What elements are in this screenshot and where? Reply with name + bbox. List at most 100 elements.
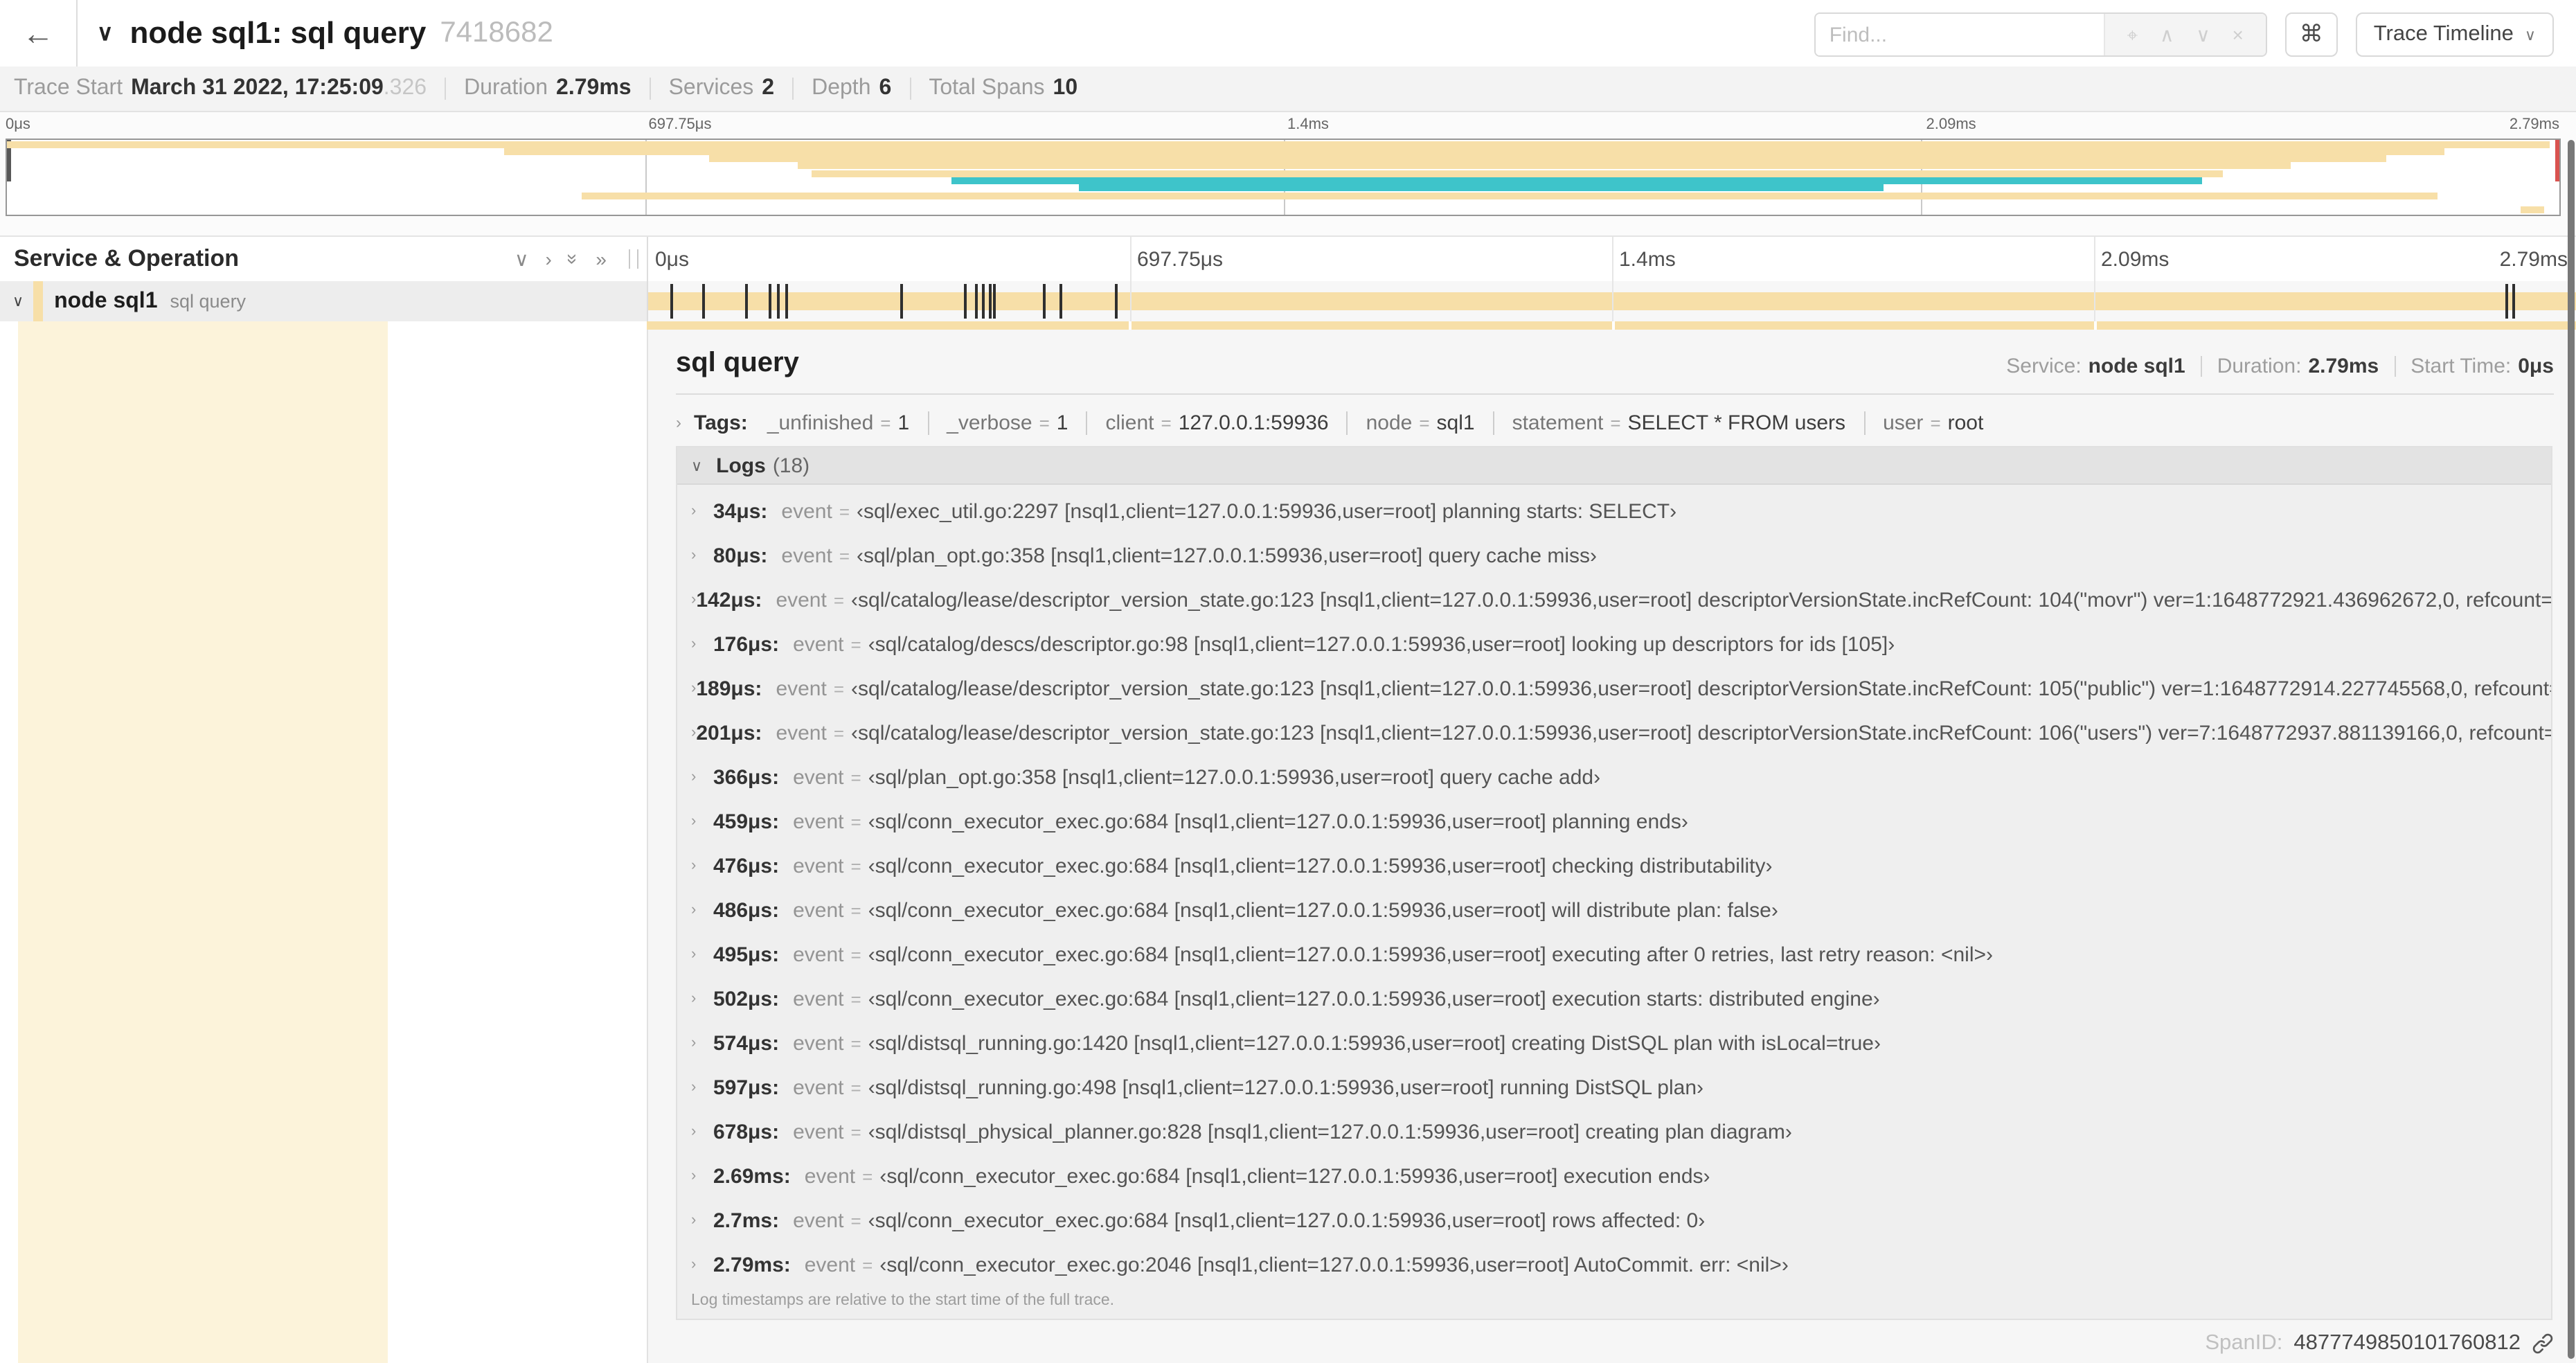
log-equals: = [862,1254,873,1275]
log-row[interactable]: › 597μs: event = ‹sql/distsql_running.go:498… [677,1065,2551,1110]
log-equals: = [833,722,845,743]
log-field-name: event [793,1031,844,1055]
log-marker-tick [1059,284,1062,319]
tag-key: statement [1512,411,1604,434]
spanid-row: SpanID: 4877749850101760812 [2205,1331,2554,1356]
tag-equals: = [1039,412,1050,433]
minimap-canvas[interactable] [6,139,2561,216]
span-row-name-cell[interactable]: ∨ node sql1 sql query [0,281,647,321]
minimap-axis-label: 1.4ms [1287,116,1329,133]
tag-item: client = 127.0.0.1:59936 [1105,411,1328,434]
log-row[interactable]: › 2.69ms: event = ‹sql/conn_executor_exec.go… [677,1154,2551,1198]
log-field-name: event [793,898,844,922]
span-row[interactable]: ∨ node sql1 sql query [0,281,2576,321]
span-expander-chevron-down-icon[interactable]: ∨ [12,292,24,310]
tags-row[interactable]: › Tags: _unfinished = 1 _verbose = 1 client = 12… [676,404,1983,440]
log-row[interactable]: › 495μs: event = ‹sql/conn_executor_exec.go:… [677,932,2551,977]
spanid-value: 4877749850101760812 [2293,1331,2521,1355]
timeline-header-row: Service & Operation ∨ › » » 0μs 697.75μs 1… [0,235,2576,283]
expand-one-icon[interactable]: › [545,248,551,270]
log-marker-tick [975,284,978,319]
log-field-name: event [776,721,827,745]
log-equals: = [850,1077,861,1098]
log-row[interactable]: › 142μs: event = ‹sql/catalog/lease/descript… [677,578,2551,622]
log-equals: = [850,1210,861,1231]
ruler-label: 0μs [655,248,689,271]
log-row[interactable]: › 34μs: event = ‹sql/exec_util.go:2297 [nsql… [677,489,2551,533]
keyboard-shortcuts-button[interactable]: ⌘ [2284,12,2338,57]
log-timestamp: 678μs: [713,1120,780,1143]
column-resize-grip[interactable] [629,249,638,269]
view-selector-button[interactable]: Trace Timeline ∨ [2355,12,2554,57]
meta-item: Trace Start March 31 2022, 17:25:09.326 [14,76,427,101]
logs-header[interactable]: ∨ Logs (18) [677,447,2551,485]
log-row[interactable]: › 2.79ms: event = ‹sql/conn_executor_exec.go… [677,1242,2551,1287]
link-icon[interactable] [2532,1333,2554,1355]
tag-value: 1 [1056,411,1068,434]
log-equals: = [850,1033,861,1053]
log-row[interactable]: › 80μs: event = ‹sql/plan_opt.go:358 [nsql1,… [677,533,2551,578]
service-color-stripe [33,281,44,321]
log-value: ‹sql/distsql_running.go:1420 [nsql1,clie… [868,1031,1881,1055]
log-row[interactable]: › 366μs: event = ‹sql/plan_opt.go:358 [nsql1… [677,755,2551,799]
minimap-span-bar [951,177,2202,184]
log-value: ‹sql/conn_executor_exec.go:684 [nsql1,cl… [868,810,1688,833]
log-field-name: event [793,854,844,878]
back-button[interactable]: ← [0,0,78,66]
log-field-name: event [781,499,832,523]
prev-match-icon[interactable]: ∧ [2160,23,2174,46]
spanid-label: SpanID: [2205,1331,2283,1355]
chevron-down-icon: ∨ [2524,27,2536,44]
collapse-one-icon[interactable]: ∨ [515,247,529,271]
minimap-right-marker[interactable] [2555,140,2559,181]
log-row[interactable]: › 189μs: event = ‹sql/catalog/lease/descript… [677,666,2551,711]
page-scrollbar[interactable] [2568,140,2575,1359]
expand-all-icon[interactable]: » [596,248,607,270]
log-row[interactable]: › 486μs: event = ‹sql/conn_executor_exec.go:… [677,888,2551,932]
clear-search-icon[interactable]: × [2233,24,2244,46]
logs-title: Logs [716,454,766,477]
log-value: ‹sql/conn_executor_exec.go:684 [nsql1,cl… [868,943,1993,966]
find-input[interactable] [1815,14,2104,55]
trace-title-group: ∨ node sql1: sql query 7418682 [97,0,553,66]
timeline-gridline [1130,281,1132,321]
log-field-name: event [804,1253,856,1276]
collapse-all-icon[interactable]: » [563,253,585,265]
tag-equals: = [1419,412,1430,433]
span-detail-title: sql query [676,348,799,378]
log-value: ‹sql/conn_executor_exec.go:684 [nsql1,cl… [868,987,1880,1010]
log-row[interactable]: › 176μs: event = ‹sql/catalog/descs/descript… [677,622,2551,666]
log-row[interactable]: › 476μs: event = ‹sql/conn_executor_exec.go:… [677,844,2551,888]
locate-icon[interactable]: ⌖ [2127,23,2138,46]
log-chevron-right-icon: › [691,769,697,785]
trace-expander-chevron-down-icon[interactable]: ∨ [97,19,113,47]
log-row[interactable]: › 678μs: event = ‹sql/distsql_physical_plann… [677,1110,2551,1154]
command-icon: ⌘ [2299,21,2323,47]
log-equals: = [839,501,850,522]
log-field-name: event [793,632,844,656]
log-row[interactable]: › 2.7ms: event = ‹sql/conn_executor_exec.go:… [677,1198,2551,1242]
log-row[interactable]: › 459μs: event = ‹sql/conn_executor_exec.go:… [677,799,2551,844]
tag-item: statement = SELECT * FROM users [1512,411,1845,434]
log-row[interactable]: › 201μs: event = ‹sql/catalog/lease/descript… [677,711,2551,755]
log-equals: = [850,811,861,832]
child-span-bar[interactable] [647,321,2576,330]
log-field-name: event [793,810,844,833]
tag-separator [1492,411,1494,434]
minimap-axis-label: 0μs [6,116,30,133]
next-match-icon[interactable]: ∨ [2196,23,2210,46]
find-box: ⌖ ∧ ∨ × [1814,12,2267,57]
log-row[interactable]: › 502μs: event = ‹sql/conn_executor_exec.go:… [677,977,2551,1021]
log-equals: = [850,900,861,920]
tag-separator [1863,411,1866,434]
log-timestamp: 2.69ms: [713,1164,791,1188]
service-operation-header: Service & Operation ∨ › » » [0,237,647,281]
log-field-name: event [793,943,844,966]
log-equals: = [850,988,861,1009]
log-equals: = [833,589,845,610]
timeline-gridline [1130,237,1132,281]
log-marker-tick [670,284,673,319]
log-timestamp: 2.7ms: [713,1209,780,1232]
span-row-track[interactable] [647,281,2576,321]
log-row[interactable]: › 574μs: event = ‹sql/distsql_running.go:142… [677,1021,2551,1065]
